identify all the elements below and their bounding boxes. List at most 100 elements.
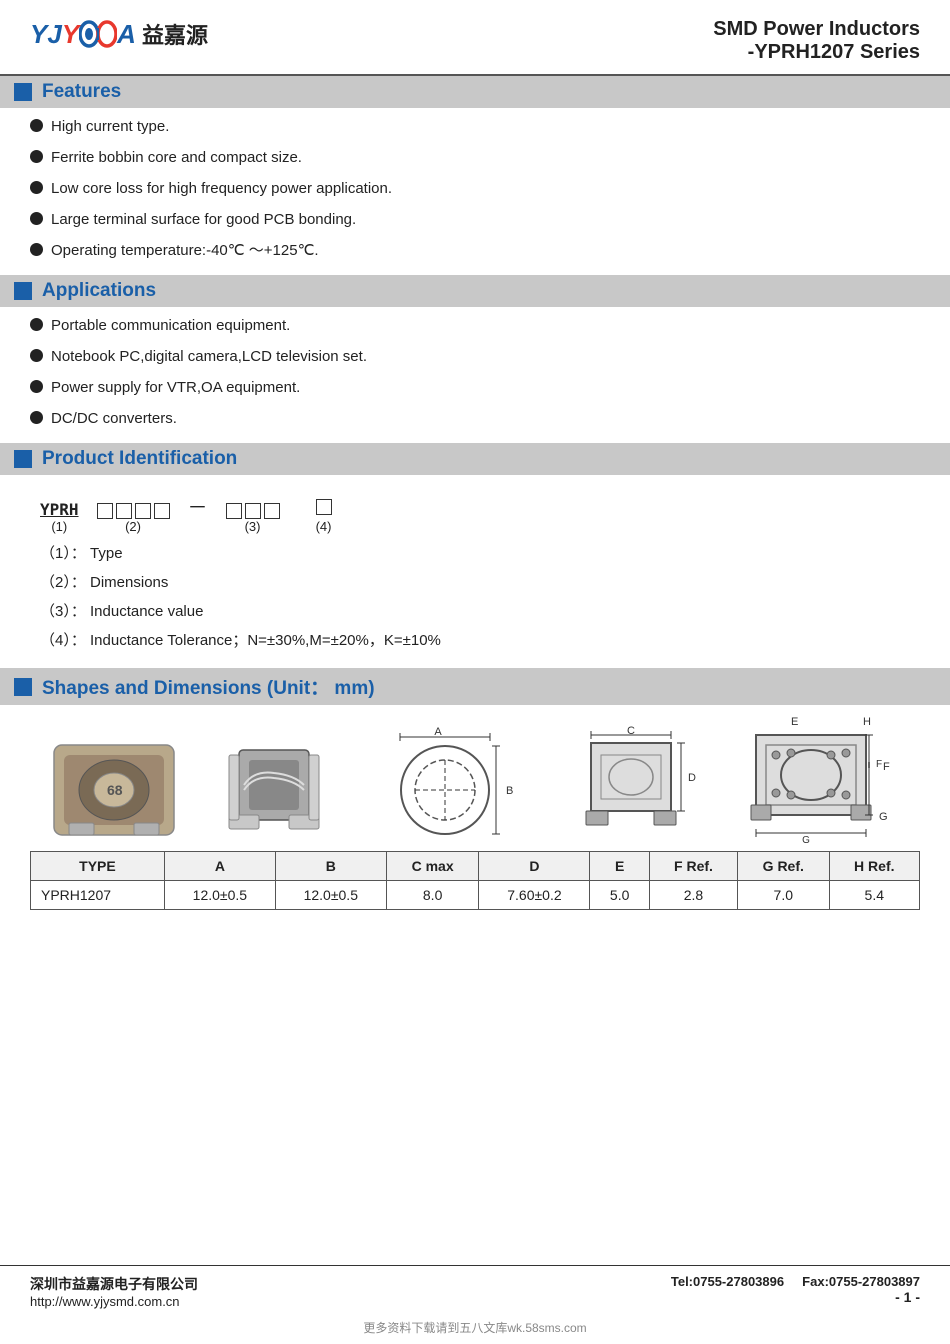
features-title: Features	[42, 81, 121, 103]
list-item: Large terminal surface for good PCB bond…	[30, 209, 920, 230]
svg-text:A: A	[434, 726, 442, 738]
pid-prefix: YPRH	[40, 500, 79, 519]
dimensions-table: TYPE A B C max D E F Ref. G Ref. H Ref. …	[30, 851, 920, 910]
watermark: 更多资料下载请到五八文库wk.58sms.com	[0, 1315, 950, 1344]
table-cell-type: YPRH1207	[31, 881, 165, 910]
features-list: High current type. Ferrite bobbin core a…	[30, 116, 920, 261]
bullet-icon	[30, 411, 43, 424]
list-item: （1）： Type	[40, 542, 920, 563]
list-item: （4）： Inductance Tolerance；N=±30%,M=±20%，…	[40, 629, 920, 650]
company-name-cn: 深圳市益嘉源电子有限公司	[30, 1274, 198, 1294]
list-item: Portable communication equipment.	[30, 315, 920, 336]
cross-section-svg: C D	[566, 725, 696, 845]
applications-content: Portable communication equipment. Notebo…	[0, 307, 950, 443]
pid-box	[245, 503, 261, 519]
logo-a: A	[117, 19, 136, 50]
logo-svg	[79, 20, 117, 48]
applications-square-icon	[14, 282, 32, 300]
logo-graphic: Y J Y A	[30, 19, 136, 50]
table-cell-a: 12.0±0.5	[164, 881, 275, 910]
table-header-href: H Ref.	[829, 852, 919, 881]
product-id-section-header: Product Identification	[0, 443, 950, 475]
table-header-a: A	[164, 852, 275, 881]
table-cell-gref: 7.0	[738, 881, 830, 910]
header: Y J Y A 益嘉源 SMD Power Inductors -YPRH120…	[0, 0, 950, 76]
logo-area: Y J Y A 益嘉源	[30, 18, 208, 50]
company-website: http://www.yjysmd.com.cn	[30, 1294, 198, 1309]
pid-box	[116, 503, 132, 519]
bullet-icon	[30, 119, 43, 132]
logo-text-cn: 益嘉源	[142, 18, 208, 50]
svg-text:H: H	[863, 716, 871, 728]
pid-detail-num-3: （4）	[40, 632, 71, 649]
list-item: （2）： Dimensions	[40, 571, 920, 592]
svg-text:68: 68	[107, 782, 123, 798]
pid-detail-desc-1: Dimensions	[90, 574, 168, 591]
list-item: DC/DC converters.	[30, 408, 920, 429]
pid-sep: ：	[71, 603, 90, 620]
pid-box	[316, 499, 332, 515]
pid-detail-num-1: （2）	[40, 574, 71, 591]
list-item: High current type.	[30, 116, 920, 137]
bullet-icon	[30, 150, 43, 163]
list-item: Low core loss for high frequency power a…	[30, 178, 920, 199]
bullet-icon	[30, 243, 43, 256]
svg-text:B: B	[506, 785, 513, 797]
svg-text:F: F	[876, 759, 882, 770]
inductor-side-svg	[224, 735, 324, 845]
list-item: Notebook PC,digital camera,LCD televisio…	[30, 346, 920, 367]
shapes-title: Shapes and Dimensions (Unit： mm)	[42, 673, 375, 700]
pid-detail-num-2: （3）	[40, 603, 71, 620]
features-square-icon	[14, 83, 32, 101]
inductor-photo-svg: 68	[49, 735, 179, 845]
feature-text: High current type.	[51, 116, 169, 137]
shapes-square-icon	[14, 678, 32, 696]
svg-text:E: E	[791, 716, 798, 728]
svg-text:D: D	[688, 772, 696, 784]
pid-sep: ：	[71, 632, 90, 649]
logo-icon2: J	[47, 19, 61, 50]
pid-detail-list: （1）： Type （2）： Dimensions （3）： Inductanc…	[30, 542, 920, 650]
feature-text: Large terminal surface for good PCB bond…	[51, 209, 356, 230]
logo-icon3: Y	[62, 19, 79, 50]
feature-text: Low core loss for high frequency power a…	[51, 178, 392, 199]
table-cell-d: 7.60±0.2	[479, 881, 590, 910]
pid-label1: (1)	[51, 519, 67, 534]
footer-contact: Tel:0755-27803896 Fax:0755-27803897	[671, 1274, 920, 1289]
bullet-icon	[30, 318, 43, 331]
feature-text: Ferrite bobbin core and compact size.	[51, 147, 302, 168]
table-cell-fref: 2.8	[649, 881, 737, 910]
svg-text:G: G	[879, 811, 888, 823]
bullet-icon	[30, 380, 43, 393]
pid-box	[135, 503, 151, 519]
applications-title: Applications	[42, 280, 156, 302]
pid-box	[97, 503, 113, 519]
table-header-d: D	[479, 852, 590, 881]
product-id-title: Product Identification	[42, 448, 237, 470]
list-item: Ferrite bobbin core and compact size.	[30, 147, 920, 168]
applications-section-header: Applications	[0, 275, 950, 307]
table-cell-e: 5.0	[590, 881, 650, 910]
footer-page: - 1 -	[671, 1289, 920, 1305]
list-item: Operating temperature:-40℃ ～+125℃.	[30, 240, 920, 261]
pid-box	[264, 503, 280, 519]
table-cell-cmax: 8.0	[386, 881, 479, 910]
title-line1: SMD Power Inductors	[713, 18, 920, 41]
shapes-drawings: 68	[30, 715, 920, 845]
shapes-section-header: Shapes and Dimensions (Unit： mm)	[0, 668, 950, 705]
footer-fax: Fax:0755-27803897	[802, 1274, 920, 1289]
pid-box	[226, 503, 242, 519]
title-line2: -YPRH1207 Series	[713, 41, 920, 64]
detail-view-svg: E H F G	[741, 715, 901, 845]
feature-text: Operating temperature:-40℃ ～+125℃.	[51, 240, 319, 261]
header-title: SMD Power Inductors -YPRH1207 Series	[713, 18, 920, 64]
product-id-square-icon	[14, 450, 32, 468]
pid-label4: (4)	[316, 519, 332, 534]
table-header-type: TYPE	[31, 852, 165, 881]
svg-text:F: F	[883, 761, 890, 773]
logo-icon: Y	[30, 19, 47, 50]
pid-sep: ：	[71, 574, 90, 591]
app-text: DC/DC converters.	[51, 408, 177, 429]
bullet-icon	[30, 349, 43, 362]
footer-left: 深圳市益嘉源电子有限公司 http://www.yjysmd.com.cn	[30, 1274, 198, 1309]
